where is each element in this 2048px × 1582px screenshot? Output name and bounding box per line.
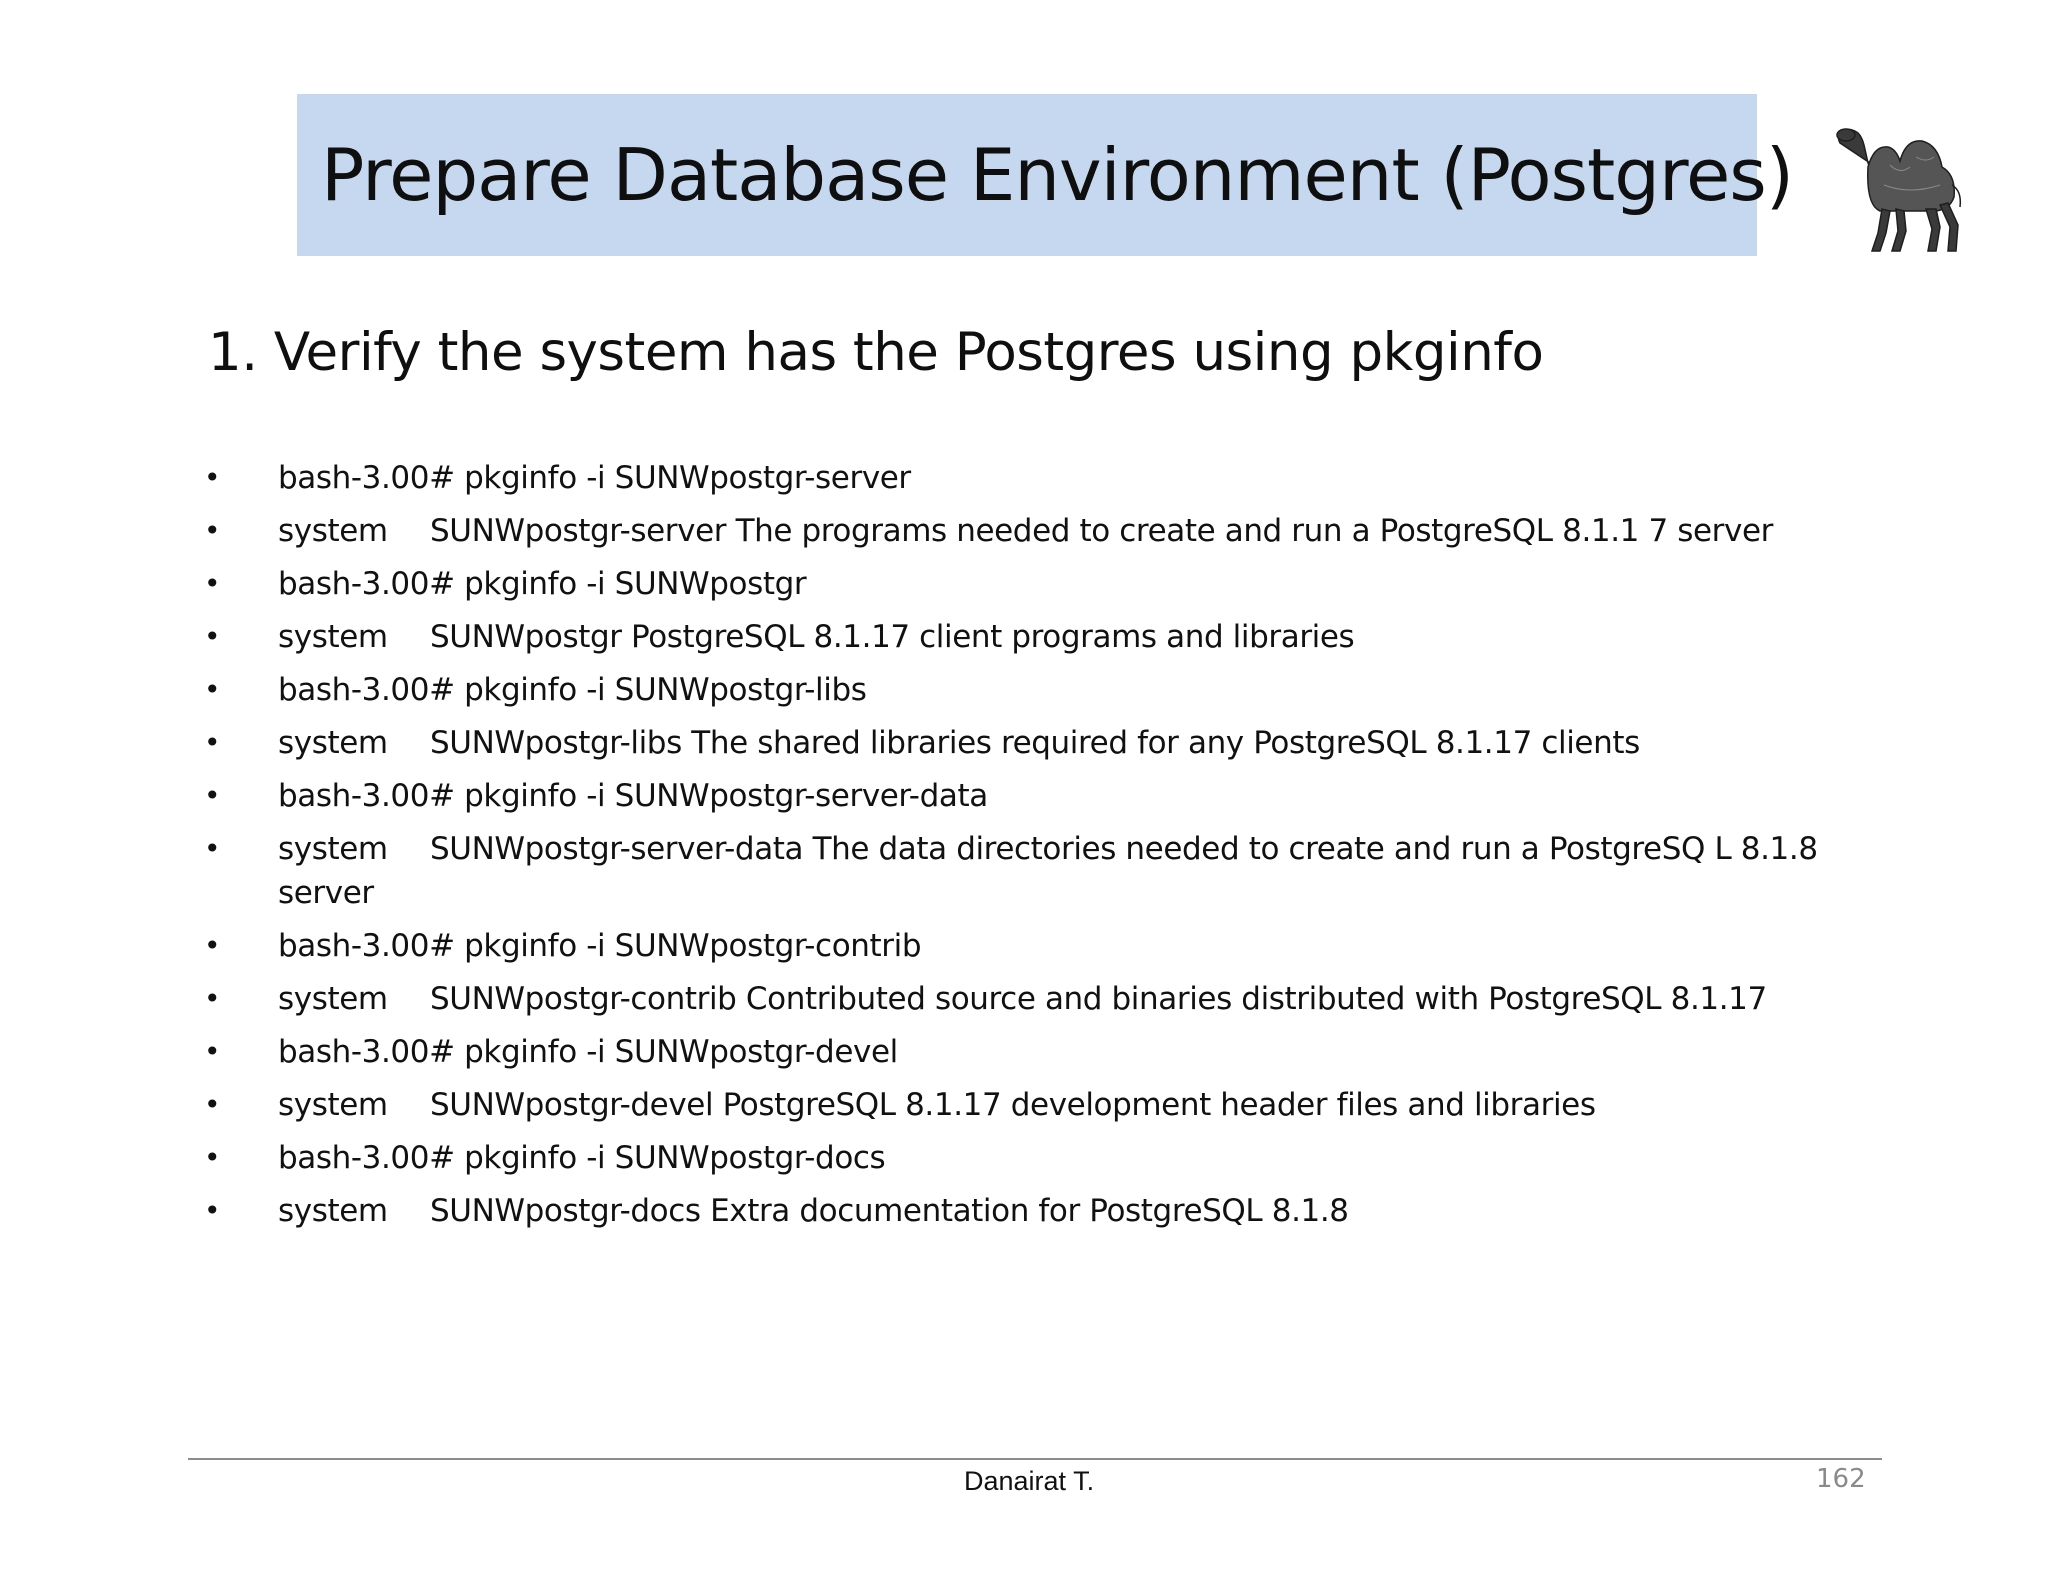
- package-description: SUNWpostgr PostgreSQL 8.1.17 client prog…: [430, 619, 1355, 655]
- package-description: SUNWpostgr-docs Extra documentation for …: [430, 1193, 1349, 1229]
- category-text: system: [278, 1193, 388, 1229]
- bullet-icon: •: [204, 514, 221, 547]
- bullet-icon: •: [204, 567, 221, 600]
- command-text: bash-3.00# pkginfo -i SUNWpostgr-docs: [278, 1140, 886, 1176]
- list-item: • system SUNWpostgr-server The programs n…: [200, 509, 1820, 553]
- command-text: bash-3.00# pkginfo -i SUNWpostgr-contrib: [278, 928, 922, 964]
- page-number: 162: [1816, 1464, 1866, 1494]
- bullet-icon: •: [204, 726, 221, 759]
- list-item: • bash-3.00# pkginfo -i SUNWpostgr-libs: [200, 668, 1820, 712]
- package-description: SUNWpostgr-contrib Contributed source an…: [430, 981, 1767, 1017]
- category-text: system: [278, 831, 388, 867]
- slide: Prepare Database Environment (Postgres): [0, 0, 2048, 1582]
- bullet-icon: •: [204, 982, 221, 1015]
- category-text: system: [278, 513, 388, 549]
- list-item: • bash-3.00# pkginfo -i SUNWpostgr-devel: [200, 1030, 1820, 1074]
- footer-divider: [188, 1458, 1882, 1460]
- bullet-icon: •: [204, 673, 221, 706]
- package-description: SUNWpostgr-server-data The data director…: [278, 831, 1818, 911]
- package-description: SUNWpostgr-libs The shared libraries req…: [430, 725, 1640, 761]
- command-text: bash-3.00# pkginfo -i SUNWpostgr-libs: [278, 672, 867, 708]
- list-item: • system SUNWpostgr-contrib Contributed s…: [200, 977, 1820, 1021]
- list-item: • bash-3.00# pkginfo -i SUNWpostgr-docs: [200, 1136, 1820, 1180]
- bullet-icon: •: [204, 779, 221, 812]
- list-item: • bash-3.00# pkginfo -i SUNWpostgr-contr…: [200, 924, 1820, 968]
- category-text: system: [278, 619, 388, 655]
- bullet-icon: •: [204, 832, 221, 865]
- list-item: • system SUNWpostgr PostgreSQL 8.1.17 cli…: [200, 615, 1820, 659]
- list-item: • bash-3.00# pkginfo -i SUNWpostgr-serve…: [200, 456, 1820, 500]
- command-text: bash-3.00# pkginfo -i SUNWpostgr-server-…: [278, 778, 988, 814]
- list-item: • system SUNWpostgr-docs Extra documentat…: [200, 1189, 1820, 1233]
- camel-icon: [1830, 105, 1970, 255]
- list-item: • bash-3.00# pkginfo -i SUNWpostgr: [200, 562, 1820, 606]
- category-text: system: [278, 725, 388, 761]
- package-description: SUNWpostgr-server The programs needed to…: [430, 513, 1773, 549]
- command-text: bash-3.00# pkginfo -i SUNWpostgr: [278, 566, 807, 602]
- bullet-icon: •: [204, 1035, 221, 1068]
- bullet-icon: •: [204, 1088, 221, 1121]
- footer-author: Danairat T.: [964, 1466, 1095, 1496]
- command-text: bash-3.00# pkginfo -i SUNWpostgr-server: [278, 460, 911, 496]
- category-text: system: [278, 1087, 388, 1123]
- bullet-icon: •: [204, 461, 221, 494]
- list-item: • system SUNWpostgr-server-data The data …: [200, 827, 1820, 915]
- slide-title: Prepare Database Environment (Postgres): [321, 133, 1794, 217]
- package-description: SUNWpostgr-devel PostgreSQL 8.1.17 devel…: [430, 1087, 1596, 1123]
- bullet-icon: •: [204, 929, 221, 962]
- title-banner: Prepare Database Environment (Postgres): [297, 94, 1794, 256]
- list-item: • bash-3.00# pkginfo -i SUNWpostgr-serve…: [200, 774, 1820, 818]
- bullet-icon: •: [204, 1194, 221, 1227]
- section-heading: 1. Verify the system has the Postgres us…: [208, 322, 1544, 383]
- bullet-icon: •: [204, 1141, 221, 1174]
- list-item: • system SUNWpostgr-devel PostgreSQL 8.1.…: [200, 1083, 1820, 1127]
- bullet-icon: •: [204, 620, 221, 653]
- list-item: • system SUNWpostgr-libs The shared libra…: [200, 721, 1820, 765]
- category-text: system: [278, 981, 388, 1017]
- bullet-list: • bash-3.00# pkginfo -i SUNWpostgr-serve…: [200, 456, 1820, 1242]
- command-text: bash-3.00# pkginfo -i SUNWpostgr-devel: [278, 1034, 898, 1070]
